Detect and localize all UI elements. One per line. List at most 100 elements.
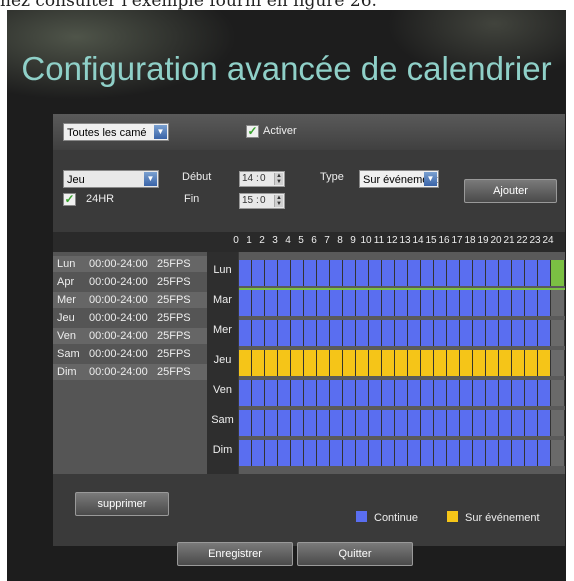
schedule-cell[interactable] [512, 260, 525, 286]
schedule-cell[interactable] [421, 260, 434, 286]
schedule-cell[interactable] [434, 380, 447, 406]
schedule-cell[interactable] [343, 350, 356, 376]
schedule-cell[interactable] [382, 350, 395, 376]
schedule-cell[interactable] [252, 440, 265, 466]
schedule-cell[interactable] [486, 260, 499, 286]
schedule-cell[interactable] [382, 290, 395, 316]
save-button[interactable]: Enregistrer [177, 542, 293, 566]
schedule-cell[interactable] [291, 380, 304, 406]
schedule-cell[interactable] [434, 350, 447, 376]
schedule-cell[interactable] [434, 440, 447, 466]
schedule-cell[interactable] [343, 410, 356, 436]
schedule-cell[interactable] [369, 380, 382, 406]
spinner-arrows-icon[interactable]: ▲ ▼ [274, 195, 283, 207]
activate-checkbox[interactable]: ✓ [246, 125, 259, 138]
schedule-cell[interactable] [486, 440, 499, 466]
schedule-cell[interactable] [473, 350, 486, 376]
schedule-cell[interactable] [382, 380, 395, 406]
schedule-cell[interactable] [525, 380, 538, 406]
schedule-row[interactable]: Apr 00:00-24:00 25FPS [53, 274, 207, 290]
schedule-row[interactable]: Ven 00:00-24:00 25FPS [53, 328, 207, 344]
schedule-cell[interactable] [330, 320, 343, 346]
schedule-cell[interactable] [434, 410, 447, 436]
schedule-cell[interactable] [460, 410, 473, 436]
schedule-cell[interactable] [499, 350, 512, 376]
schedule-cell[interactable] [343, 440, 356, 466]
schedule-cell[interactable] [473, 260, 486, 286]
schedule-cell[interactable] [408, 320, 421, 346]
schedule-cell[interactable] [395, 410, 408, 436]
schedule-cell[interactable] [239, 320, 252, 346]
schedule-cell[interactable] [382, 440, 395, 466]
schedule-cell[interactable] [317, 260, 330, 286]
schedule-cell[interactable] [265, 440, 278, 466]
schedule-row-end[interactable] [551, 320, 565, 346]
schedule-cell[interactable] [239, 410, 252, 436]
schedule-cell[interactable] [486, 410, 499, 436]
schedule-cell[interactable] [252, 290, 265, 316]
schedule-cell[interactable] [421, 440, 434, 466]
schedule-cell[interactable] [291, 350, 304, 376]
schedule-cell[interactable] [278, 260, 291, 286]
schedule-row[interactable]: Lun 00:00-24:00 25FPS [53, 256, 207, 272]
schedule-cell[interactable] [473, 290, 486, 316]
type-select[interactable]: Sur événement ▼ [359, 170, 439, 188]
schedule-cell[interactable] [265, 410, 278, 436]
schedule-row[interactable]: Sam 00:00-24:00 25FPS [53, 346, 207, 362]
schedule-cell[interactable] [447, 440, 460, 466]
schedule-cell[interactable] [239, 350, 252, 376]
schedule-cell[interactable] [512, 410, 525, 436]
schedule-cell[interactable] [486, 380, 499, 406]
schedule-cell[interactable] [473, 410, 486, 436]
schedule-cell[interactable] [382, 410, 395, 436]
schedule-cell[interactable] [538, 290, 551, 316]
schedule-cell[interactable] [330, 410, 343, 436]
schedule-cell[interactable] [460, 380, 473, 406]
schedule-cell[interactable] [369, 320, 382, 346]
schedule-cell[interactable] [291, 260, 304, 286]
schedule-cell[interactable] [278, 380, 291, 406]
schedule-grid[interactable] [239, 252, 565, 474]
schedule-row-end[interactable] [551, 440, 565, 466]
schedule-cell[interactable] [460, 290, 473, 316]
schedule-cell[interactable] [252, 350, 265, 376]
schedule-row-end[interactable] [551, 410, 565, 436]
schedule-cell[interactable] [395, 380, 408, 406]
schedule-cell[interactable] [538, 440, 551, 466]
schedule-cell[interactable] [291, 320, 304, 346]
schedule-cell[interactable] [304, 440, 317, 466]
schedule-cell[interactable] [525, 440, 538, 466]
schedule-cell[interactable] [447, 290, 460, 316]
schedule-cell[interactable] [343, 260, 356, 286]
schedule-cell[interactable] [421, 290, 434, 316]
schedule-cell[interactable] [447, 320, 460, 346]
schedule-cell[interactable] [369, 350, 382, 376]
schedule-cell[interactable] [499, 260, 512, 286]
schedule-cell[interactable] [317, 440, 330, 466]
schedule-cell[interactable] [395, 260, 408, 286]
schedule-cell[interactable] [538, 410, 551, 436]
schedule-cell[interactable] [239, 260, 252, 286]
schedule-cell[interactable] [512, 350, 525, 376]
schedule-cell[interactable] [421, 350, 434, 376]
schedule-row[interactable]: Dim 00:00-24:00 25FPS [53, 364, 207, 380]
schedule-cell[interactable] [434, 290, 447, 316]
schedule-cell[interactable] [473, 440, 486, 466]
schedule-cell[interactable] [356, 350, 369, 376]
schedule-cell[interactable] [395, 320, 408, 346]
schedule-cell[interactable] [486, 320, 499, 346]
schedule-cell[interactable] [486, 290, 499, 316]
hr24-checkbox[interactable]: ✓ [63, 193, 76, 206]
delete-button[interactable]: supprimer [75, 492, 169, 516]
schedule-cell[interactable] [317, 320, 330, 346]
schedule-cell[interactable] [447, 260, 460, 286]
schedule-cell[interactable] [538, 350, 551, 376]
schedule-cell[interactable] [252, 260, 265, 286]
schedule-cell[interactable] [369, 260, 382, 286]
schedule-cell[interactable] [330, 350, 343, 376]
schedule-cell[interactable] [304, 290, 317, 316]
schedule-cell[interactable] [408, 260, 421, 286]
day-select[interactable]: Jeu ▼ [63, 170, 159, 188]
schedule-cell[interactable] [408, 410, 421, 436]
quit-button[interactable]: Quitter [297, 542, 413, 566]
